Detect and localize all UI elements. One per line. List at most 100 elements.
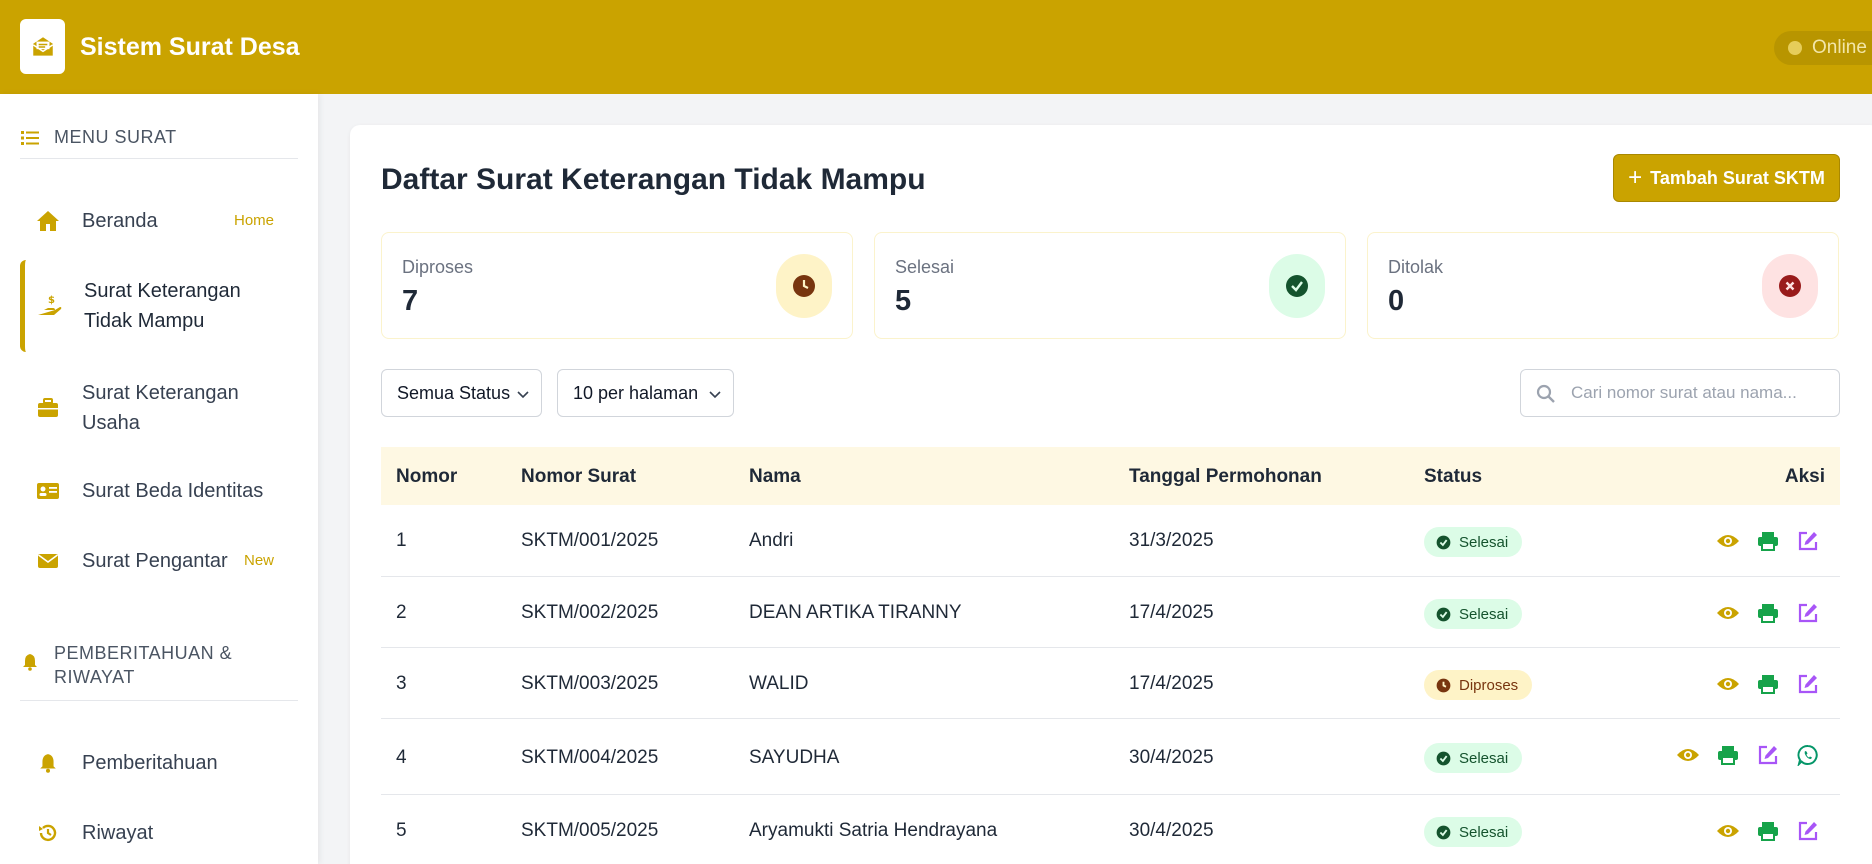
chevron-down-icon [517, 391, 529, 399]
bell-icon [34, 753, 62, 773]
status-badge: Selesai [1424, 743, 1523, 773]
sidebar-item-label: Pemberitahuan [82, 752, 218, 774]
sidebar-item-pemberitahuan[interactable]: Pemberitahuan [20, 747, 298, 779]
table-row: 1 SKTM/001/2025 Andri 31/3/2025 Selesai [381, 505, 1840, 577]
notif-section-label: PEMBERITAHUAN & RIWAYAT [54, 643, 233, 687]
id-card-icon [34, 482, 62, 500]
sidebar-item-pengantar[interactable]: Surat Pengantar New [20, 545, 298, 577]
check-circle-icon [1436, 607, 1451, 622]
edit-icon [1798, 531, 1818, 551]
clock-icon [1436, 678, 1451, 693]
sidebar-item-label: Surat Pengantar [82, 550, 228, 572]
check-circle-icon [1436, 751, 1451, 766]
stat-label: Selesai [895, 257, 955, 277]
column-header-status: Status [1424, 466, 1483, 487]
cell-tanggal: 17/4/2025 [1129, 602, 1214, 623]
cell-nama: Andri [749, 530, 794, 551]
sidebar-item-beranda[interactable]: Beranda Home [20, 205, 298, 237]
cell-nomor-surat: SKTM/004/2025 [521, 747, 659, 768]
sidebar-item-sku[interactable]: Surat Keterangan Usaha [20, 376, 298, 440]
cell-nomor: 2 [396, 602, 407, 623]
divider [20, 158, 298, 159]
status-dot-icon [1788, 41, 1802, 55]
list-icon [20, 130, 40, 146]
search-input[interactable] [1571, 370, 1831, 416]
stat-label: Ditolak [1388, 257, 1444, 277]
view-button[interactable] [1675, 742, 1701, 768]
view-button[interactable] [1715, 671, 1741, 697]
cell-nomor-surat: SKTM/002/2025 [521, 602, 659, 623]
stat-card-diproses: Diproses 7 [381, 232, 853, 339]
edit-button[interactable] [1795, 671, 1821, 697]
column-header-nomor: Nomor [396, 466, 458, 487]
edit-button[interactable] [1755, 742, 1781, 768]
app-logo [20, 19, 65, 74]
bell-icon [20, 653, 40, 671]
sidebar-item-label: Surat Beda Identitas [82, 480, 264, 502]
per-page-value: 10 per halaman [573, 382, 699, 403]
cell-tanggal: 30/4/2025 [1129, 747, 1214, 768]
new-badge: New [243, 552, 274, 569]
cell-tanggal: 31/3/2025 [1129, 530, 1214, 551]
add-sktm-button[interactable]: + Tambah Surat SKTM [1613, 154, 1840, 202]
column-header-aksi: Aksi [1784, 466, 1825, 487]
stat-label: Diproses [402, 257, 474, 277]
column-header-nomor-surat: Nomor Surat [521, 466, 637, 487]
history-icon [34, 822, 62, 844]
sidebar-item-riwayat[interactable]: Riwayat [20, 817, 298, 849]
print-button[interactable] [1715, 742, 1741, 768]
clock-icon [776, 254, 832, 318]
edit-icon [1758, 745, 1778, 765]
eye-icon [1717, 825, 1739, 837]
edit-button[interactable] [1795, 528, 1821, 554]
cell-nomor: 3 [396, 673, 407, 694]
edit-button[interactable] [1795, 818, 1821, 844]
sidebar-item-label: Beranda [82, 210, 158, 232]
cell-nomor: 1 [396, 530, 407, 551]
print-button[interactable] [1755, 600, 1781, 626]
stat-value: 5 [895, 285, 912, 317]
hand-money-icon: $ [36, 294, 64, 318]
check-circle-icon [1269, 254, 1325, 318]
stat-value: 7 [402, 285, 419, 317]
cell-tanggal: 30/4/2025 [1129, 820, 1214, 841]
status-badge: Selesai [1424, 817, 1523, 847]
cell-nama: WALID [749, 673, 809, 694]
edit-icon [1798, 603, 1818, 623]
top-bar: Sistem Surat Desa Online [0, 0, 1872, 94]
stat-value: 0 [1388, 285, 1405, 317]
printer-icon [1758, 604, 1778, 623]
whatsapp-button[interactable] [1795, 742, 1821, 768]
home-icon [34, 210, 62, 232]
view-button[interactable] [1715, 528, 1741, 554]
per-page-select[interactable]: 10 per halaman [557, 369, 734, 417]
divider [20, 700, 298, 701]
svg-text:$: $ [48, 295, 55, 306]
chevron-down-icon [709, 391, 721, 399]
whatsapp-icon [1797, 745, 1818, 766]
print-button[interactable] [1755, 528, 1781, 554]
view-button[interactable] [1715, 600, 1741, 626]
cell-nama: DEAN ARTIKA TIRANNY [749, 602, 962, 623]
sidebar-item-label: Riwayat [82, 822, 154, 844]
search-icon [1536, 384, 1555, 403]
stat-card-selesai: Selesai 5 [874, 232, 1346, 339]
edit-button[interactable] [1795, 600, 1821, 626]
sidebar-item-sktm[interactable]: $ Surat Keterangan Tidak Mampu [20, 260, 298, 352]
online-status-label: Online [1812, 37, 1867, 58]
sidebar-item-beda-identitas[interactable]: Surat Beda Identitas [20, 475, 298, 507]
page-title: Daftar Surat Keterangan Tidak Mampu [381, 163, 926, 196]
cell-nama: Aryamukti Satria Hendrayana [749, 820, 998, 841]
cell-nama: SAYUDHA [749, 747, 840, 768]
print-button[interactable] [1755, 818, 1781, 844]
sidebar-item-label: Surat Keterangan Usaha [82, 382, 239, 434]
cell-nomor-surat: SKTM/003/2025 [521, 673, 659, 694]
view-button[interactable] [1715, 818, 1741, 844]
print-button[interactable] [1755, 671, 1781, 697]
check-circle-icon [1436, 825, 1451, 840]
add-sktm-label: Tambah Surat SKTM [1650, 167, 1825, 188]
status-filter-select[interactable]: Semua Status [381, 369, 542, 417]
stat-card-ditolak: Ditolak 0 [1367, 232, 1839, 339]
table-row: 5 SKTM/005/2025 Aryamukti Satria Hendray… [381, 795, 1840, 864]
search-box [1520, 369, 1840, 417]
